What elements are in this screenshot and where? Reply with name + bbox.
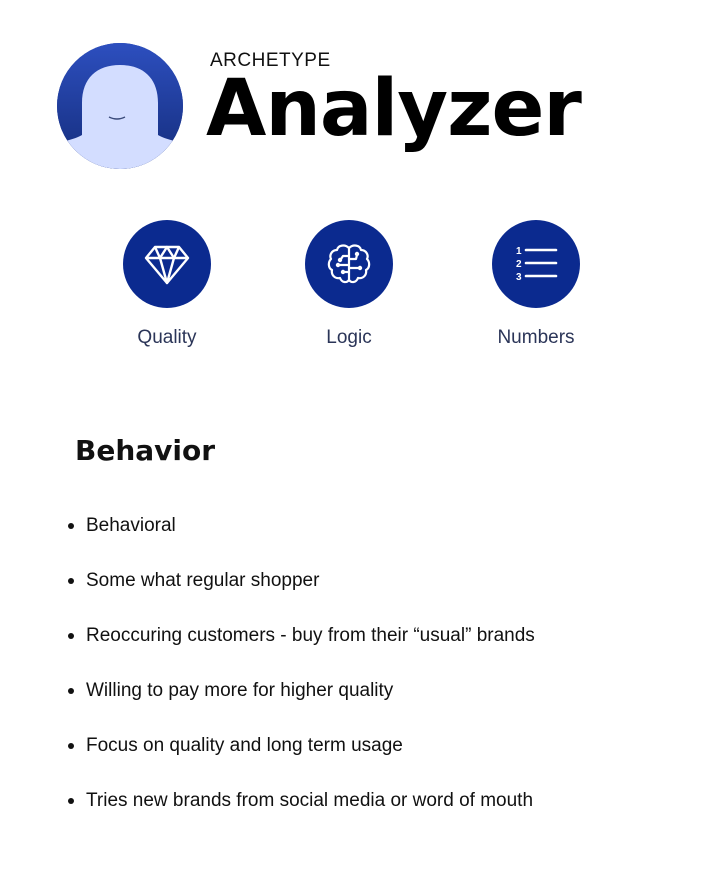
trait-label: Quality [137, 327, 197, 348]
behavior-list: Behavioral Some what regular shopper Reo… [0, 512, 535, 842]
list-item-text: Tries new brands from social media or wo… [86, 790, 534, 811]
list-item: Focus on quality and long term usage [0, 732, 535, 787]
list-item-text: Focus on quality and long term usage [86, 735, 403, 756]
trait-icon-circle: 1 2 3 [492, 220, 580, 308]
numbered-list-icon: 1 2 3 [516, 246, 558, 283]
trait-label: Logic [326, 327, 372, 348]
list-item: Some what regular shopper [0, 567, 535, 622]
person-silhouette-icon [57, 43, 183, 169]
list-item-text: Reoccuring customers - buy from their “u… [86, 625, 535, 646]
list-item: Reoccuring customers - buy from their “u… [0, 622, 535, 677]
list-item: Behavioral [0, 512, 535, 567]
list-item: Tries new brands from social media or wo… [0, 787, 535, 842]
brain-circuit-icon [327, 244, 371, 284]
trait-icon-circle [305, 220, 393, 308]
trait-icon-circle [123, 220, 211, 308]
bullet-icon [68, 688, 74, 694]
svg-text:1: 1 [516, 246, 522, 257]
trait-quality: Quality [87, 220, 247, 349]
bullet-icon [68, 798, 74, 804]
bullet-icon [68, 523, 74, 529]
trait-label: Numbers [497, 327, 575, 348]
diamond-icon [144, 245, 190, 285]
section-title-behavior: Behavior [75, 434, 216, 467]
svg-text:3: 3 [516, 272, 522, 283]
archetype-name: Analyzer [206, 64, 582, 154]
list-item-text: Willing to pay more for higher quality [86, 680, 394, 701]
bullet-icon [68, 743, 74, 749]
trait-logic: Logic [269, 220, 429, 349]
svg-text:2: 2 [516, 259, 522, 270]
bullet-icon [68, 633, 74, 639]
list-item-text: Behavioral [86, 515, 176, 536]
trait-numbers: 1 2 3 Numbers [456, 220, 616, 349]
list-item-text: Some what regular shopper [86, 570, 320, 591]
avatar [57, 43, 183, 169]
traits-row: Quality Logic 1 2 3 Numbers [0, 220, 705, 360]
bullet-icon [68, 578, 74, 584]
list-item: Willing to pay more for higher quality [0, 677, 535, 732]
